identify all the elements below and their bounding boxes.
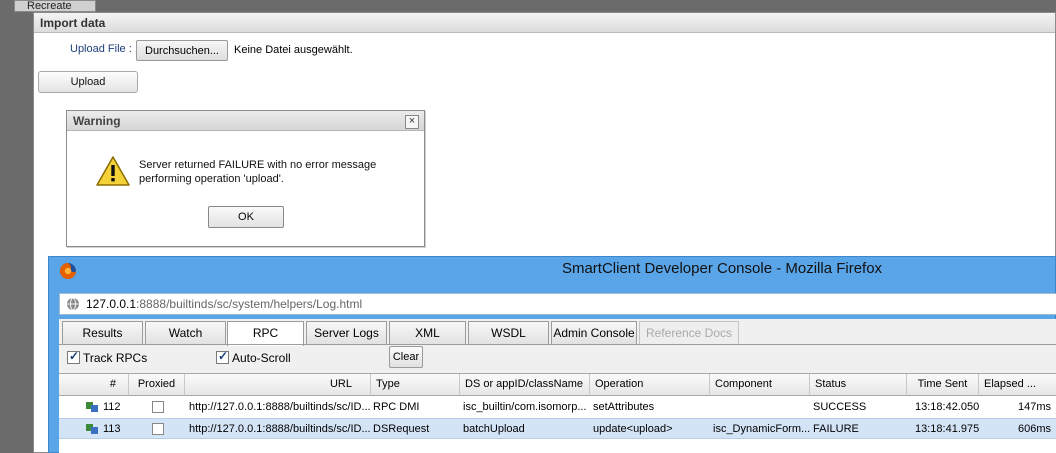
tab-server-logs[interactable]: Server Logs	[306, 321, 387, 344]
close-icon[interactable]: ×	[405, 115, 419, 129]
rpc-request-icon	[86, 402, 98, 412]
warning-message: Server returned FAILURE with no error me…	[139, 158, 409, 186]
tab-strip-divider	[59, 344, 1056, 345]
cell-type: RPC DMI	[373, 401, 420, 413]
address-url: 127.0.0.1:8888/builtinds/sc/system/helpe…	[86, 297, 362, 311]
cell-time-sent: 13:18:42.050	[915, 401, 980, 413]
cell-status: FAILURE	[813, 423, 859, 435]
tab-xml[interactable]: XML	[389, 321, 466, 344]
upload-button[interactable]: Upload	[38, 71, 138, 93]
cell-type: DSRequest	[373, 423, 430, 435]
warning-message-line-2: performing operation 'upload'.	[139, 173, 284, 185]
track-rpcs-checkbox[interactable]	[67, 349, 80, 364]
console-content: Results Watch RPC Server Logs XML WSDL A…	[59, 319, 1056, 453]
cell-number: 113	[103, 423, 121, 435]
warning-dialog-title: Warning	[67, 111, 424, 131]
cell-component	[709, 397, 810, 418]
tab-reference-docs: Reference Docs	[639, 321, 739, 344]
cell-number: 112	[103, 401, 121, 413]
cell-operation: setAttributes	[593, 401, 655, 413]
address-bar[interactable]: 127.0.0.1:8888/builtinds/sc/system/helpe…	[59, 293, 1056, 315]
tab-admin-console[interactable]: Admin Console	[551, 321, 637, 344]
url-path: :8888/builtinds/sc/system/helpers/Log.ht…	[136, 297, 363, 311]
cell-ds: isc_builtin/com.isomorp...	[463, 401, 587, 413]
cell-elapsed: 147ms	[1017, 401, 1051, 413]
tab-wsdl[interactable]: WSDL	[468, 321, 549, 344]
firefox-console-window: SmartClient Developer Console - Mozilla …	[48, 256, 1056, 453]
tab-watch[interactable]: Watch	[145, 321, 226, 344]
column-header-time-sent[interactable]: Time Sent	[907, 374, 979, 396]
upload-file-label: Upload File :	[70, 43, 132, 55]
auto-scroll-checkbox[interactable]	[216, 349, 229, 364]
auto-scroll-label: Auto-Scroll	[232, 351, 291, 365]
cell-component: isc_DynamicForm...	[713, 423, 810, 435]
cell-status: SUCCESS	[813, 401, 867, 413]
cell-url: http://127.0.0.1:8888/builtinds/sc/ID...	[189, 423, 371, 435]
track-rpcs-label: Track RPCs	[83, 351, 148, 365]
proxied-checkbox[interactable]	[152, 401, 164, 413]
warning-icon	[96, 156, 130, 186]
url-host: 127.0.0.1	[86, 297, 137, 311]
table-row[interactable]: 112 http://127.0.0.1:8888/builtinds/sc/I…	[59, 397, 1056, 418]
proxied-checkbox[interactable]	[152, 423, 164, 435]
column-header-number[interactable]: #	[59, 374, 129, 396]
column-header-url[interactable]: URL	[185, 374, 371, 396]
table-row-selected[interactable]: 113 http://127.0.0.1:8888/builtinds/sc/I…	[59, 418, 1056, 439]
ok-button[interactable]: OK	[208, 206, 284, 228]
cell-elapsed: 606ms	[1017, 423, 1051, 435]
tab-results[interactable]: Results	[62, 321, 143, 344]
cell-url: http://127.0.0.1:8888/builtinds/sc/ID...	[189, 401, 371, 413]
clear-button[interactable]: Clear	[389, 346, 423, 368]
column-header-elapsed[interactable]: Elapsed ...	[979, 374, 1056, 396]
globe-icon	[67, 297, 79, 311]
column-header-status[interactable]: Status	[810, 374, 907, 396]
warning-message-line-1: Server returned FAILURE with no error me…	[139, 159, 377, 171]
column-header-operation[interactable]: Operation	[590, 374, 710, 396]
import-window-title: Import data	[34, 13, 1055, 33]
browse-button[interactable]: Durchsuchen...	[136, 40, 228, 61]
cell-time-sent: 13:18:41.975	[915, 423, 980, 435]
no-file-selected-text: Keine Datei ausgewählt.	[234, 44, 353, 56]
rpc-request-icon	[86, 424, 98, 434]
column-header-proxied[interactable]: Proxied	[129, 374, 185, 396]
column-header-type[interactable]: Type	[371, 374, 460, 396]
tab-rpc[interactable]: RPC	[227, 321, 304, 346]
column-header-ds[interactable]: DS or appID/className	[460, 374, 590, 396]
cell-ds: batchUpload	[463, 423, 525, 435]
column-header-component[interactable]: Component	[710, 374, 810, 396]
cell-operation: update<upload>	[593, 423, 673, 435]
background-tab[interactable]: Recreate	[14, 0, 96, 12]
firefox-window-title: SmartClient Developer Console - Mozilla …	[561, 260, 883, 277]
warning-dialog: Warning × Server returned FAILURE with n…	[66, 110, 425, 247]
rpc-table: # Proxied URL Type DS or appID/className…	[59, 373, 1056, 453]
